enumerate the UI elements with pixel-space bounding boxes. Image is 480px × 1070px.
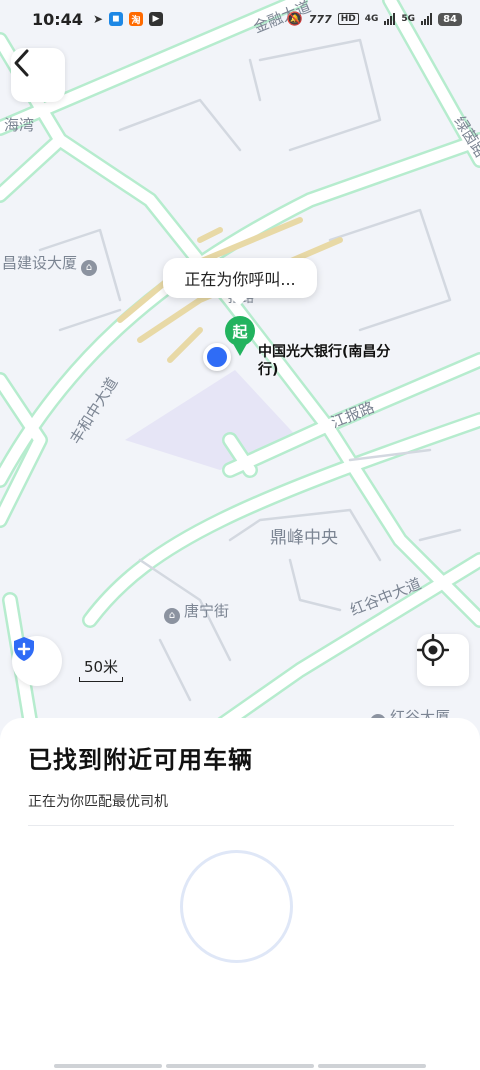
start-marker[interactable]: 起 [225, 316, 255, 356]
nfc-icon: 777 [308, 12, 332, 26]
app-icon: ◼ [109, 12, 123, 26]
loading-spinner [180, 850, 293, 963]
scale-line [79, 677, 123, 682]
area-label: 鼎峰中央 [270, 528, 338, 548]
signal-icon [384, 13, 396, 25]
safety-shield-button[interactable] [12, 636, 62, 686]
shield-icon [14, 637, 34, 661]
status-right: 🔕 777 HD 4G 5G 84 [287, 12, 462, 27]
map-view[interactable]: 金融大道 海湾 绿茵路 昌建设大厦⌂ 报路 丰和中大道 江报路 鼎峰中央 红谷中… [0, 0, 480, 740]
poi-label: ⌂ 唐宁街 [164, 600, 229, 624]
notification-icons: ➤ ◼ 淘 ▶ [93, 12, 163, 26]
status-bar: 10:44 ➤ ◼ 淘 ▶ 🔕 777 HD 4G 5G 84 [0, 0, 480, 38]
mute-icon: 🔕 [286, 11, 303, 27]
poi-pin-icon: ⌂ [81, 260, 98, 276]
locate-button[interactable] [417, 634, 469, 686]
network-5g: 5G [401, 14, 416, 24]
poi-pin-icon: ⌂ [164, 608, 180, 624]
status-time: 10:44 [32, 9, 83, 29]
area-label: 海湾 [4, 116, 35, 134]
calling-bubble: 正在为你呼叫... [163, 258, 317, 306]
app-icon: ▶ [149, 12, 163, 26]
taobao-icon: 淘 [129, 12, 143, 26]
scale-label: 50米 [83, 658, 119, 676]
back-arrow-icon [14, 49, 29, 77]
signal-icon [421, 13, 433, 25]
divider [28, 825, 454, 826]
locate-icon [417, 634, 449, 666]
nav-indicator [318, 1064, 426, 1068]
battery-level: 84 [438, 12, 462, 26]
bottom-sheet: 已找到附近可用车辆 正在为你匹配最优司机 [0, 718, 480, 1070]
sheet-subtitle: 正在为你匹配最优司机 [28, 794, 168, 810]
telegram-icon: ➤ [92, 12, 103, 26]
network-4g: 4G [364, 14, 379, 24]
poi-label: 昌建设大厦 ⌂ [2, 252, 101, 276]
hd-badge: HD [337, 13, 359, 25]
map-roads [0, 0, 480, 740]
start-place-name: 中国光大银行(南昌分行) [258, 344, 391, 378]
sheet-title: 已找到附近可用车辆 [28, 746, 253, 774]
nav-indicator [166, 1064, 314, 1068]
back-button[interactable] [11, 48, 65, 102]
map-scale: 50米 [79, 656, 123, 682]
start-marker-label: 起 [225, 316, 255, 346]
nav-indicator [54, 1064, 162, 1068]
